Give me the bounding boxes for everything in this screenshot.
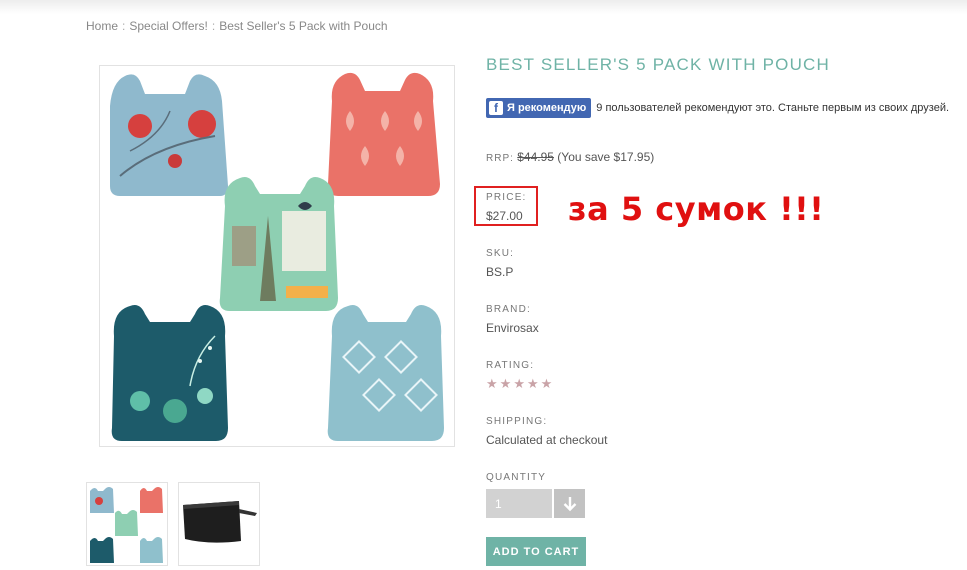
rrp-label: RRP: <box>486 153 514 164</box>
thumbnail-five-bags[interactable] <box>86 482 168 566</box>
quantity-input[interactable] <box>486 489 552 518</box>
brand-label: BRAND: <box>486 304 531 315</box>
shipping-label: SHIPPING: <box>486 416 548 427</box>
rating-label: RATING: <box>486 360 535 371</box>
five-bags-product-image <box>110 72 444 441</box>
header-shadow <box>0 0 967 14</box>
sku-label: SKU: <box>486 248 515 259</box>
product-title: BEST SELLER'S 5 PACK WITH POUCH <box>486 55 831 74</box>
thumbnail-pouch[interactable] <box>178 482 260 566</box>
rrp-old-price: $44.95 <box>517 150 554 164</box>
price-highlight-box <box>474 186 538 226</box>
rrp-savings: (You save $17.95) <box>557 150 655 164</box>
facebook-button-label: Я рекомендую <box>507 102 587 114</box>
breadcrumb-separator: : <box>122 19 126 33</box>
star-icon: ★ <box>499 376 512 391</box>
shipping-field: SHIPPING: Calculated at checkout <box>486 416 607 447</box>
breadcrumb-category-link[interactable]: Special Offers! <box>129 19 207 33</box>
sku-field: SKU: BS.P <box>486 248 514 279</box>
bag-blue-floral-icon <box>110 74 228 196</box>
quantity-dropdown-button[interactable] <box>554 489 585 518</box>
quantity-field: QUANTITY <box>486 472 585 518</box>
facebook-recommend-button[interactable]: f Я рекомендую <box>486 98 592 118</box>
brand-value: Envirosax <box>486 321 539 335</box>
rrp-price: RRP: $44.95 (You save $17.95) <box>486 150 654 164</box>
bag-blue-geometric-icon <box>327 305 444 441</box>
bag-teal-floral-icon <box>111 305 228 441</box>
sku-value: BS.P <box>486 265 514 279</box>
arrow-down-icon <box>563 496 576 511</box>
star-icon: ★ <box>540 376 553 391</box>
shipping-value: Calculated at checkout <box>486 433 608 447</box>
quantity-label: QUANTITY <box>486 472 547 483</box>
add-to-cart-button[interactable]: ADD TO CART <box>486 537 586 566</box>
bag-paris-eiffel-icon <box>219 177 338 311</box>
star-icon: ★ <box>513 376 525 391</box>
rating-stars: ★ ★ ★ ★ ★ <box>486 377 552 390</box>
breadcrumb-current-link[interactable]: Best Seller's 5 Pack with Pouch <box>219 19 387 33</box>
breadcrumb-home-link[interactable]: Home <box>86 19 118 33</box>
bag-coral-damask-icon <box>327 72 440 196</box>
breadcrumb: Home : Special Offers! : Best Seller's 5… <box>86 19 388 33</box>
facebook-like-row: f Я рекомендую 9 пользователей рекоменду… <box>486 98 949 118</box>
star-icon: ★ <box>486 376 498 391</box>
quantity-stepper <box>486 489 585 518</box>
price-annotation: за 5 сумок !!! <box>568 190 825 228</box>
five-bags-thumbnail <box>90 487 163 563</box>
main-product-image[interactable] <box>99 65 455 447</box>
rating-field: RATING: ★ ★ ★ ★ ★ <box>486 360 552 390</box>
brand-field: BRAND: Envirosax <box>486 304 539 335</box>
star-icon: ★ <box>526 376 539 391</box>
facebook-recommend-text: 9 пользователей рекомендуют это. Станьте… <box>596 102 950 114</box>
facebook-logo-icon: f <box>489 101 503 115</box>
black-pouch-thumbnail <box>183 501 257 543</box>
breadcrumb-separator: : <box>211 19 216 33</box>
